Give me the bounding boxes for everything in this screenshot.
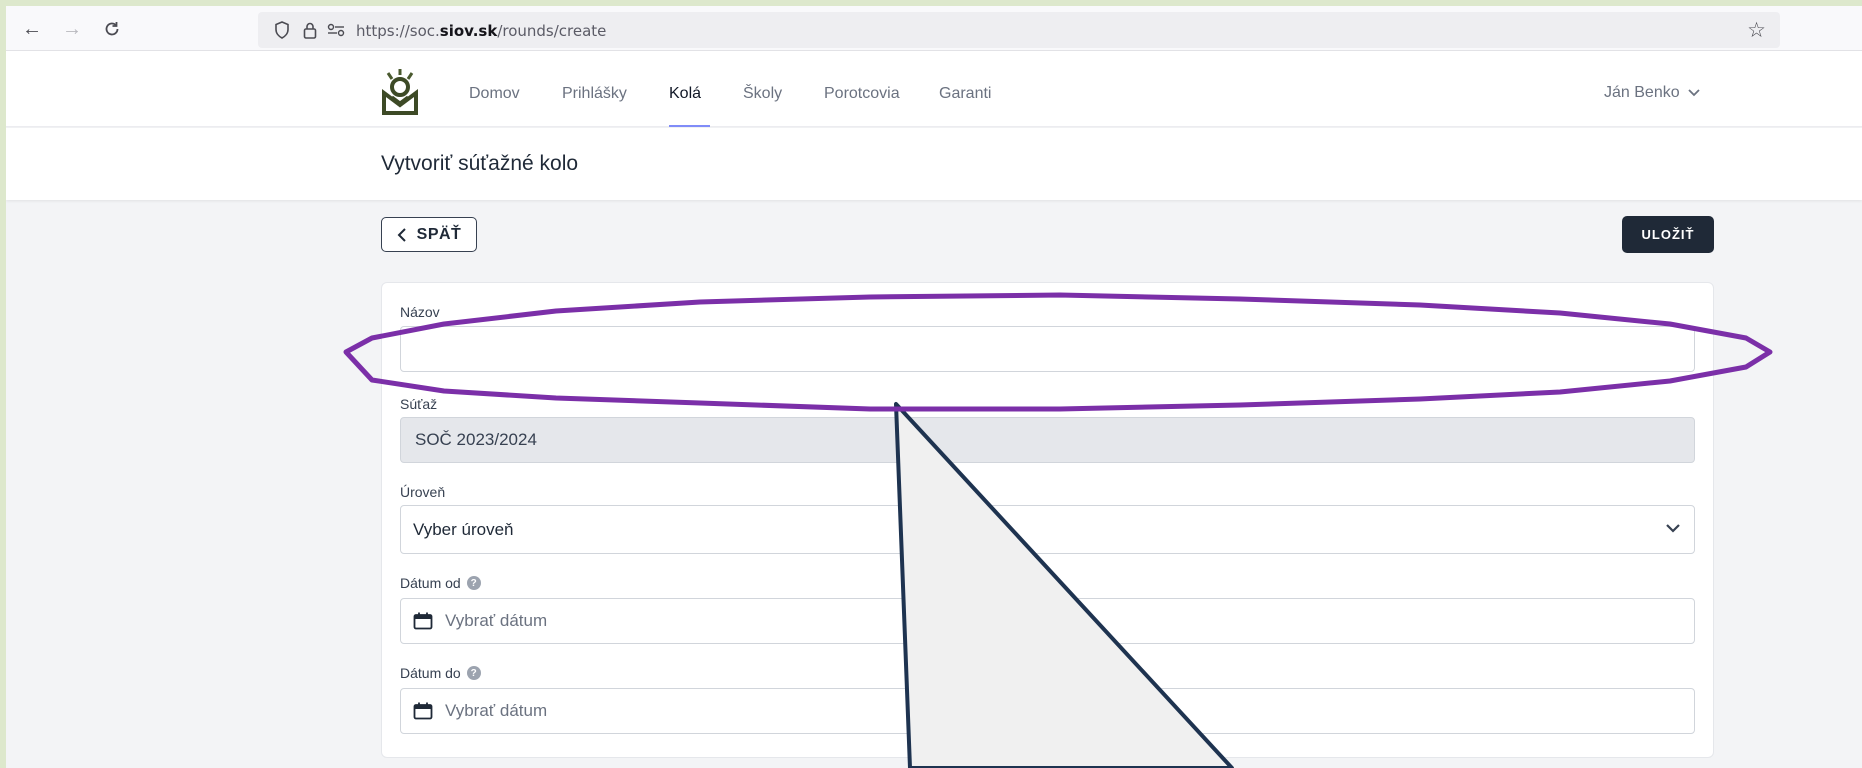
forward-arrow-icon[interactable]: → [58,15,86,43]
round-form-card: Názov Súťaž SOČ 2023/2024 Úroveň Vyber ú… [381,282,1714,758]
datum-od-input[interactable]: Vybrať dátum [400,598,1695,644]
chevron-down-icon [1666,524,1680,533]
nav-item-prihlasky[interactable]: Prihlášky [562,85,627,103]
nav-item-skoly[interactable]: Školy [743,85,782,103]
save-button[interactable]: ULOŽIŤ [1622,216,1714,253]
browser-window: ← → https://soc.siov.sk/rounds/create ☆ [6,6,1862,768]
help-icon[interactable]: ? [466,666,481,680]
reload-icon[interactable] [98,15,126,43]
chevron-left-icon [397,227,406,242]
url-bar[interactable]: https://soc.siov.sk/rounds/create ☆ [258,12,1780,48]
back-button-label: SPÄŤ [416,225,462,243]
url-text[interactable]: https://soc.siov.sk/rounds/create [356,22,606,40]
calendar-icon [413,612,433,630]
nazov-input[interactable] [400,326,1695,372]
help-icon[interactable]: ? [466,576,481,590]
shield-icon[interactable] [272,20,292,40]
calendar-icon [413,702,433,720]
active-tab-indicator [669,125,710,127]
uroven-selected-value: Vyber úroveň [413,519,514,539]
page-title: Vytvoriť súťažné kolo [381,152,579,175]
nav-item-porotcovia[interactable]: Porotcovia [824,85,900,103]
user-menu[interactable]: Ján Benko [1604,84,1700,102]
sutaz-label: Súťaž [400,396,438,412]
bookmark-star-icon[interactable]: ☆ [1747,18,1766,43]
user-name: Ján Benko [1604,84,1680,101]
datum-do-label: Dátum do ? [400,665,481,681]
sutaz-input: SOČ 2023/2024 [400,417,1695,463]
chevron-down-icon [1687,89,1700,97]
back-button[interactable]: SPÄŤ [381,217,477,252]
soc-logo-icon[interactable] [380,67,420,115]
datum-do-input[interactable]: Vybrať dátum [400,688,1695,734]
app-navbar: Domov Prihlášky Kolá Školy Porotcovia Ga… [6,51,1862,127]
lock-icon[interactable] [300,20,320,40]
page-header: Vytvoriť súťažné kolo [6,128,1862,200]
nav-item-domov[interactable]: Domov [469,85,520,103]
uroven-label: Úroveň [400,484,446,500]
nav-item-kola[interactable]: Kolá [669,85,701,103]
nazov-label: Názov [400,304,440,320]
uroven-select[interactable]: Vyber úroveň [400,505,1695,554]
datum-do-placeholder: Vybrať dátum [445,701,548,720]
browser-toolbar: ← → https://soc.siov.sk/rounds/create ☆ [6,6,1862,51]
datum-od-placeholder: Vybrať dátum [445,611,548,630]
back-arrow-icon[interactable]: ← [18,15,46,43]
datum-od-label: Dátum od ? [400,575,481,591]
site-permissions-icon[interactable] [326,20,346,40]
nav-item-garanti[interactable]: Garanti [939,85,991,103]
